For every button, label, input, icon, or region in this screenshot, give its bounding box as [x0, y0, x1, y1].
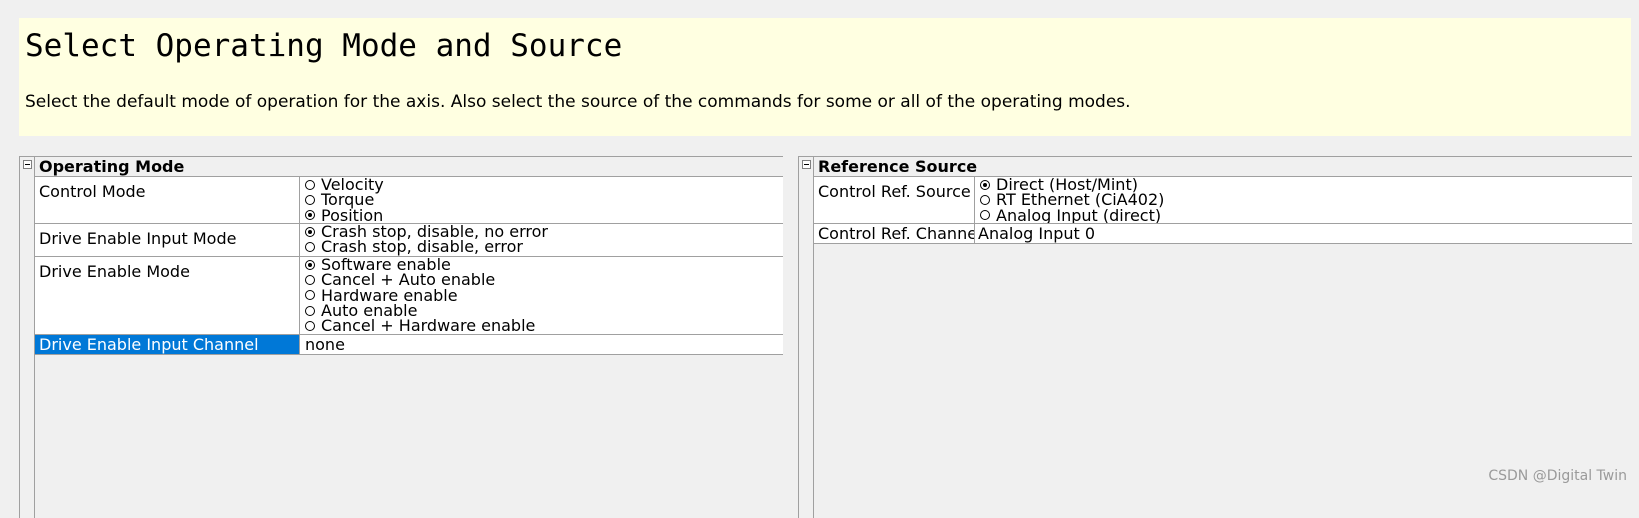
option-label: Analog Input (direct) — [996, 205, 1162, 223]
radio-option[interactable]: Analog Input (direct) — [980, 205, 1632, 223]
operating-mode-panel: Operating Mode Control Mode Velocity Tor… — [19, 156, 783, 518]
radio-button-icon — [305, 194, 315, 205]
radio-option[interactable]: Position — [305, 205, 783, 223]
control-mode-options: Velocity Torque Position — [300, 177, 783, 223]
radio-button-icon — [305, 274, 315, 285]
collapse-icon[interactable] — [23, 160, 32, 169]
control-mode-row: Control Mode Velocity Torque Position — [35, 177, 783, 224]
page-title: Select Operating Mode and Source — [25, 28, 623, 64]
radio-button-icon — [980, 210, 990, 221]
reference-source-panel: Reference Source Control Ref. Source Dir… — [798, 156, 1632, 518]
drive-enable-input-mode-row: Drive Enable Input Mode Crash stop, disa… — [35, 224, 783, 257]
drive-enable-input-channel-label: Drive Enable Input Channel — [35, 335, 300, 354]
gutter — [20, 157, 35, 518]
control-ref-source-label: Control Ref. Source — [814, 177, 975, 223]
radio-option[interactable]: Crash stop, disable, error — [305, 237, 783, 256]
gutter — [799, 157, 814, 518]
radio-button-icon — [305, 210, 315, 221]
radio-option[interactable]: Cancel + Hardware enable — [305, 316, 783, 334]
collapse-icon[interactable] — [802, 160, 811, 169]
drive-enable-input-mode-label: Drive Enable Input Mode — [35, 224, 300, 256]
drive-enable-input-channel-value[interactable]: none — [300, 335, 783, 354]
operating-mode-title: Operating Mode — [39, 157, 185, 176]
radio-option[interactable]: Velocity — [305, 177, 783, 193]
control-ref-channel-row[interactable]: Control Ref. Channel Analog Input 0 — [814, 224, 1632, 244]
drive-enable-input-channel-row[interactable]: Drive Enable Input Channel none — [35, 335, 783, 355]
control-ref-source-options: Direct (Host/Mint) RT Ethernet (CiA402) … — [975, 177, 1632, 223]
option-label: Cancel + Hardware enable — [321, 316, 536, 334]
radio-button-icon — [305, 320, 315, 331]
radio-button-icon — [305, 290, 315, 301]
reference-source-title: Reference Source — [818, 157, 978, 176]
page-header: Select Operating Mode and Source Select … — [19, 18, 1631, 136]
drive-enable-mode-options: Software enable Cancel + Auto enable Har… — [300, 257, 783, 334]
control-ref-source-row: Control Ref. Source Direct (Host/Mint) R… — [814, 177, 1632, 224]
control-ref-channel-label: Control Ref. Channel — [814, 224, 975, 243]
radio-button-icon — [980, 179, 990, 190]
control-ref-channel-value[interactable]: Analog Input 0 — [975, 224, 1632, 243]
drive-enable-mode-row: Drive Enable Mode Software enable Cancel… — [35, 257, 783, 335]
option-label: Crash stop, disable, error — [321, 237, 523, 256]
radio-button-icon — [980, 194, 990, 205]
control-mode-label: Control Mode — [35, 177, 300, 223]
radio-button-icon — [305, 241, 315, 252]
radio-button-icon — [305, 226, 315, 237]
option-label: Position — [321, 205, 384, 223]
drive-enable-input-mode-options: Crash stop, disable, no error Crash stop… — [300, 224, 783, 256]
radio-button-icon — [305, 305, 315, 316]
radio-button-icon — [305, 179, 315, 190]
operating-mode-grid: Control Mode Velocity Torque Position Dr… — [35, 176, 783, 355]
drive-enable-mode-label: Drive Enable Mode — [35, 257, 300, 334]
page-description: Select the default mode of operation for… — [25, 92, 1131, 112]
radio-button-icon — [305, 259, 315, 270]
watermark: CSDN @Digital Twin — [1488, 468, 1627, 484]
reference-source-grid: Control Ref. Source Direct (Host/Mint) R… — [814, 176, 1632, 244]
